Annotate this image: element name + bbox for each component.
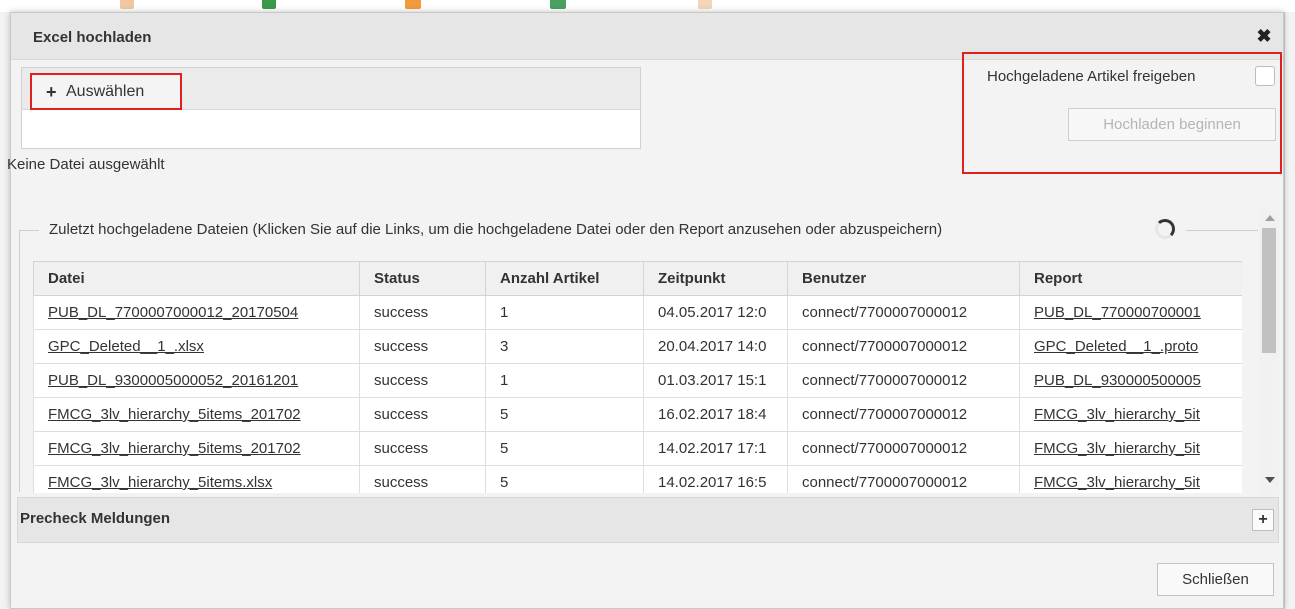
- table-header-row: Datei Status Anzahl Artikel Zeitpunkt Be…: [33, 261, 1242, 296]
- file-link[interactable]: PUB_DL_7700007000012_20170504: [33, 295, 360, 330]
- fieldset-border: [19, 230, 39, 231]
- report-link[interactable]: FMCG_3lv_hierarchy_5it: [1019, 465, 1242, 493]
- status-cell: success: [359, 363, 486, 398]
- background-icon: [262, 0, 276, 9]
- precheck-title: Precheck Meldungen: [20, 510, 171, 527]
- recent-files-table: Datei Status Anzahl Artikel Zeitpunkt Be…: [33, 261, 1242, 493]
- release-label: Hochgeladene Artikel freigeben: [987, 68, 1196, 85]
- fieldset-border: [1186, 230, 1258, 231]
- close-icon[interactable]: ✖: [1255, 27, 1273, 45]
- table-row: PUB_DL_7700007000012_20170504 success 1 …: [33, 295, 1242, 330]
- time-cell: 20.04.2017 14:0: [643, 329, 788, 364]
- user-cell: connect/7700007000012: [787, 295, 1020, 330]
- report-link[interactable]: FMCG_3lv_hierarchy_5it: [1019, 431, 1242, 466]
- status-cell: success: [359, 329, 486, 364]
- background-app-toolbar: [0, 0, 1295, 12]
- report-link[interactable]: FMCG_3lv_hierarchy_5it: [1019, 397, 1242, 432]
- background-icon: [120, 0, 134, 9]
- select-file-label: Auswählen: [66, 83, 145, 100]
- time-cell: 14.02.2017 16:5: [643, 465, 788, 493]
- background-app-edge: [0, 12, 10, 609]
- report-link[interactable]: PUB_DL_930000500005: [1019, 363, 1242, 398]
- file-link[interactable]: PUB_DL_9300005000052_20161201: [33, 363, 360, 398]
- file-upload-area: + Auswählen: [21, 67, 641, 149]
- file-link[interactable]: FMCG_3lv_hierarchy_5items_201702: [33, 397, 360, 432]
- table-row: GPC_Deleted__1_.xlsx success 3 20.04.201…: [33, 329, 1242, 364]
- table-row: FMCG_3lv_hierarchy_5items_201702 success…: [33, 397, 1242, 432]
- scrollbar-thumb[interactable]: [1262, 228, 1276, 353]
- file-link[interactable]: FMCG_3lv_hierarchy_5items.xlsx: [33, 465, 360, 493]
- upload-toolbar: + Auswählen: [22, 68, 640, 110]
- user-cell: connect/7700007000012: [787, 363, 1020, 398]
- plus-icon: +: [46, 82, 57, 102]
- column-header-file[interactable]: Datei: [33, 261, 360, 296]
- scroll-up-icon[interactable]: [1265, 215, 1275, 221]
- time-cell: 01.03.2017 15:1: [643, 363, 788, 398]
- count-cell: 1: [485, 295, 644, 330]
- column-header-status[interactable]: Status: [359, 261, 486, 296]
- select-file-button[interactable]: + Auswählen: [30, 73, 182, 110]
- table-scrollbar[interactable]: [1259, 210, 1279, 496]
- status-cell: success: [359, 465, 486, 493]
- release-checkbox[interactable]: [1255, 66, 1275, 86]
- report-link[interactable]: PUB_DL_770000700001: [1019, 295, 1242, 330]
- loading-spinner-icon: [1155, 219, 1175, 239]
- user-cell: connect/7700007000012: [787, 329, 1020, 364]
- column-header-report[interactable]: Report: [1019, 261, 1242, 296]
- background-app-edge: [1284, 12, 1295, 609]
- expand-plus-icon[interactable]: +: [1252, 509, 1274, 531]
- dialog-title: Excel hochladen: [33, 29, 152, 46]
- file-link[interactable]: FMCG_3lv_hierarchy_5items_201702: [33, 431, 360, 466]
- upload-dialog: Excel hochladen ✖ + Auswählen Keine Date…: [7, 12, 1284, 609]
- recent-files-legend: Zuletzt hochgeladene Dateien (Klicken Si…: [49, 221, 943, 238]
- background-icon: [698, 0, 712, 9]
- count-cell: 1: [485, 363, 644, 398]
- time-cell: 14.02.2017 17:1: [643, 431, 788, 466]
- user-cell: connect/7700007000012: [787, 397, 1020, 432]
- status-cell: success: [359, 397, 486, 432]
- status-cell: success: [359, 431, 486, 466]
- table-row: FMCG_3lv_hierarchy_5items_201702 success…: [33, 431, 1242, 466]
- table-row: FMCG_3lv_hierarchy_5items.xlsx success 5…: [33, 465, 1242, 493]
- count-cell: 3: [485, 329, 644, 364]
- column-header-count[interactable]: Anzahl Artikel: [485, 261, 644, 296]
- background-icon: [550, 0, 566, 9]
- user-cell: connect/7700007000012: [787, 465, 1020, 493]
- count-cell: 5: [485, 397, 644, 432]
- time-cell: 04.05.2017 12:0: [643, 295, 788, 330]
- count-cell: 5: [485, 465, 644, 493]
- precheck-panel[interactable]: Precheck Meldungen +: [17, 497, 1279, 543]
- fieldset-border: [19, 230, 20, 492]
- scroll-down-icon[interactable]: [1265, 477, 1275, 483]
- no-file-text: Keine Datei ausgewählt: [7, 156, 165, 173]
- start-upload-button[interactable]: Hochladen beginnen: [1068, 108, 1276, 141]
- background-icon: [405, 0, 421, 9]
- table-row: PUB_DL_9300005000052_20161201 success 1 …: [33, 363, 1242, 398]
- status-cell: success: [359, 295, 486, 330]
- close-dialog-button[interactable]: Schließen: [1157, 563, 1274, 596]
- count-cell: 5: [485, 431, 644, 466]
- column-header-user[interactable]: Benutzer: [787, 261, 1020, 296]
- user-cell: connect/7700007000012: [787, 431, 1020, 466]
- time-cell: 16.02.2017 18:4: [643, 397, 788, 432]
- file-link[interactable]: GPC_Deleted__1_.xlsx: [33, 329, 360, 364]
- column-header-time[interactable]: Zeitpunkt: [643, 261, 788, 296]
- report-link[interactable]: GPC_Deleted__1_.proto: [1019, 329, 1242, 364]
